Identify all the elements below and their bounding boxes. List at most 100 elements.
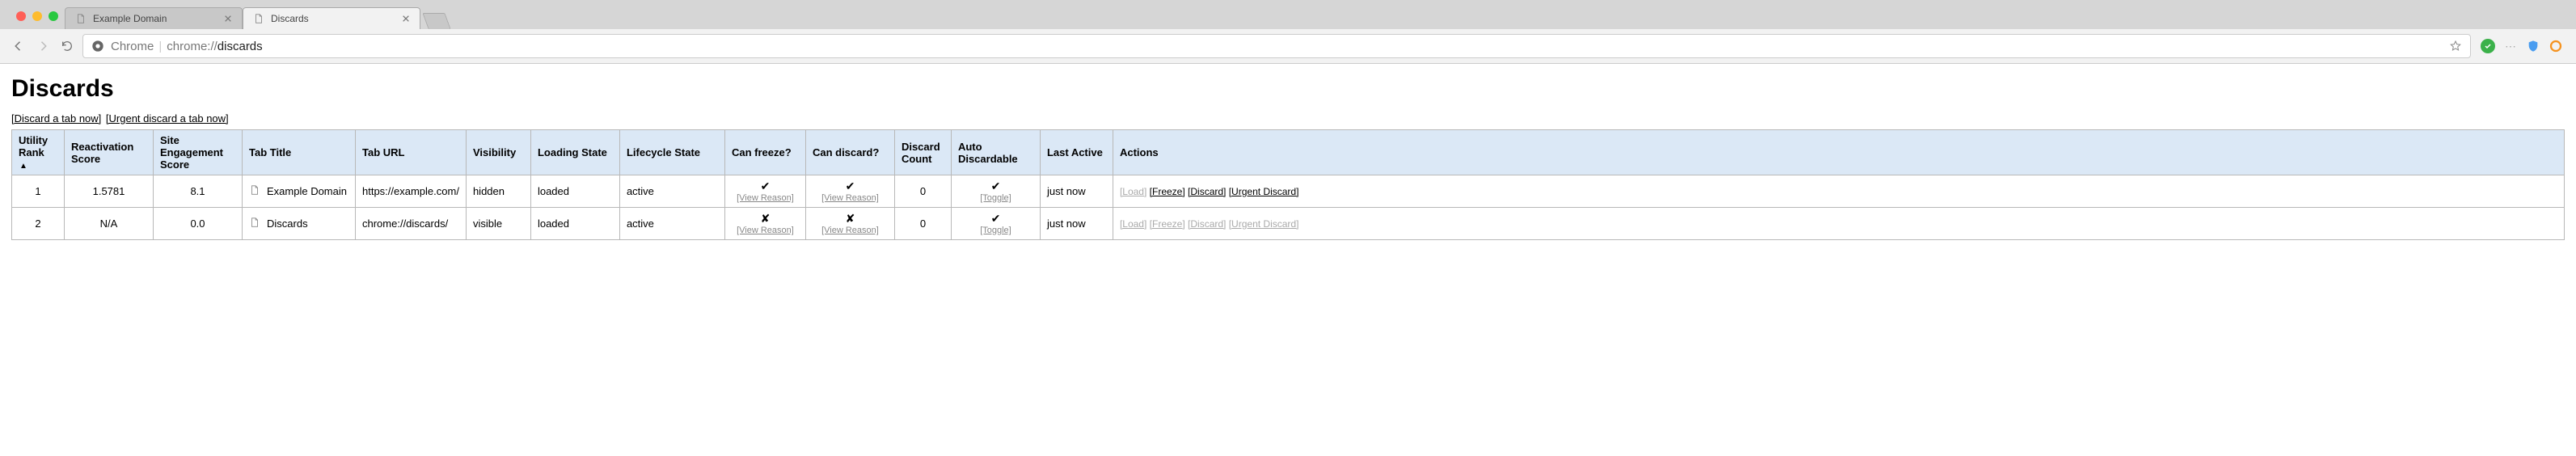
col-can-discard[interactable]: Can discard? [805,130,894,175]
window-minimize-icon[interactable] [32,11,42,21]
cell-utility-rank: 2 [12,208,65,240]
page-favicon-icon [249,184,260,198]
view-reason-link[interactable]: [View Reason] [813,226,888,235]
table-header-row: Utility Rank▲ Reactivation Score Site En… [12,130,2565,175]
back-button[interactable] [10,37,27,55]
forward-button[interactable] [34,37,52,55]
cell-reactivation-score: 1.5781 [65,175,154,208]
cell-actions: [Load] [Freeze] [Discard] [Urgent Discar… [1113,208,2564,240]
cell-can-freeze: ✘[View Reason] [724,208,805,240]
cell-discard-count: 0 [894,175,951,208]
table-row: 2N/A0.0 Discards chrome://discards/visible… [12,208,2565,240]
cell-lifecycle-state: active [619,208,724,240]
extension-menu-icon[interactable]: ⋯ [2503,39,2518,53]
cell-reactivation-score: N/A [65,208,154,240]
extension-icons: ⋯ [2477,39,2566,53]
view-reason-link[interactable]: [View Reason] [732,226,799,235]
col-auto-discardable[interactable]: Auto Discardable [951,130,1040,175]
cell-auto-discardable: ✔[Toggle] [951,175,1040,208]
toggle-link[interactable]: [Toggle] [958,226,1033,235]
extension-icon[interactable] [2481,39,2495,53]
chrome-icon [91,40,104,53]
address-text: Chrome | chrome://discards [111,40,2443,53]
freeze-action: [Freeze] [1150,218,1185,230]
browser-tab[interactable]: Discards [243,7,420,29]
page-favicon-icon [253,13,264,24]
col-actions[interactable]: Actions [1113,130,2564,175]
cell-last-active: just now [1040,208,1113,240]
cell-can-discard: ✔[View Reason] [805,175,894,208]
urgent-discard-tab-now-link[interactable]: [Urgent discard a tab now] [106,112,229,125]
check-icon: ✘ [813,212,888,226]
extension-shield-icon[interactable] [2526,39,2540,53]
cell-loading-state: loaded [530,175,619,208]
cell-tab-url: chrome://discards/ [356,208,467,240]
cell-visibility: visible [466,208,530,240]
cell-site-engagement: 0.0 [154,208,243,240]
address-bar[interactable]: Chrome | chrome://discards [82,34,2471,58]
check-icon: ✔ [813,179,888,193]
urgent-discard-action[interactable]: [Urgent Discard] [1229,186,1299,197]
extension-circle-icon[interactable] [2549,39,2563,53]
tab-title: Discards [271,13,395,24]
window-zoom-icon[interactable] [49,11,58,21]
col-lifecycle-state[interactable]: Lifecycle State [619,130,724,175]
col-utility-rank[interactable]: Utility Rank▲ [12,130,65,175]
col-tab-url[interactable]: Tab URL [356,130,467,175]
close-tab-icon[interactable] [224,14,234,23]
col-visibility[interactable]: Visibility [466,130,530,175]
col-loading-state[interactable]: Loading State [530,130,619,175]
col-site-engagement[interactable]: Site Engagement Score [154,130,243,175]
sort-asc-icon: ▲ [19,162,27,171]
cell-last-active: just now [1040,175,1113,208]
cell-visibility: hidden [466,175,530,208]
tab-title: Example Domain [93,13,217,24]
discards-table: Utility Rank▲ Reactivation Score Site En… [11,129,2565,240]
bookmark-star-icon[interactable] [2449,40,2462,53]
page-title: Discards [11,75,2565,103]
page-content: Discards [Discard a tab now] [Urgent dis… [0,64,2576,251]
cell-can-freeze: ✔[View Reason] [724,175,805,208]
col-discard-count[interactable]: Discard Count [894,130,951,175]
load-action: [Load] [1120,186,1147,197]
col-tab-title[interactable]: Tab Title [243,130,356,175]
tab-strip: Example Domain Discards [0,0,2576,29]
toolbar: Chrome | chrome://discards ⋯ [0,29,2576,64]
address-path: discards [217,40,263,53]
tab-title-text: Discards [267,217,308,230]
col-can-freeze[interactable]: Can freeze? [724,130,805,175]
check-icon: ✔ [732,179,799,193]
view-reason-link[interactable]: [View Reason] [732,193,799,203]
cell-actions: [Load] [Freeze] [Discard] [Urgent Discar… [1113,175,2564,208]
col-last-active[interactable]: Last Active [1040,130,1113,175]
toggle-link[interactable]: [Toggle] [958,193,1033,203]
browser-tab[interactable]: Example Domain [65,7,243,29]
window-chrome: Example Domain Discards Chrome | chrome:/… [0,0,2576,64]
window-close-icon[interactable] [16,11,26,21]
col-reactivation-score[interactable]: Reactivation Score [65,130,154,175]
load-action: [Load] [1120,218,1147,230]
address-scheme: Chrome [111,40,154,53]
urgent-discard-action: [Urgent Discard] [1229,218,1299,230]
cell-tab-url: https://example.com/ [356,175,467,208]
cell-tab-title: Example Domain [243,175,356,208]
view-reason-link[interactable]: [View Reason] [813,193,888,203]
cell-lifecycle-state: active [619,175,724,208]
cell-can-discard: ✘[View Reason] [805,208,894,240]
freeze-action[interactable]: [Freeze] [1150,186,1185,197]
table-row: 11.57818.1Example Domainhttps://example.… [12,175,2565,208]
reload-button[interactable] [58,37,76,55]
check-icon: ✔ [958,212,1033,226]
window-controls [8,5,66,21]
discard-action: [Discard] [1188,218,1226,230]
cell-tab-title: Discards [243,208,356,240]
check-icon: ✔ [958,179,1033,193]
address-path-dim: chrome:// [167,40,217,53]
discard-action[interactable]: [Discard] [1188,186,1226,197]
new-tab-button[interactable] [422,13,450,29]
close-tab-icon[interactable] [402,14,412,23]
page-favicon-icon [249,217,260,230]
tab-title-text: Example Domain [267,185,347,197]
discard-tab-now-link[interactable]: [Discard a tab now] [11,112,101,125]
cell-site-engagement: 8.1 [154,175,243,208]
